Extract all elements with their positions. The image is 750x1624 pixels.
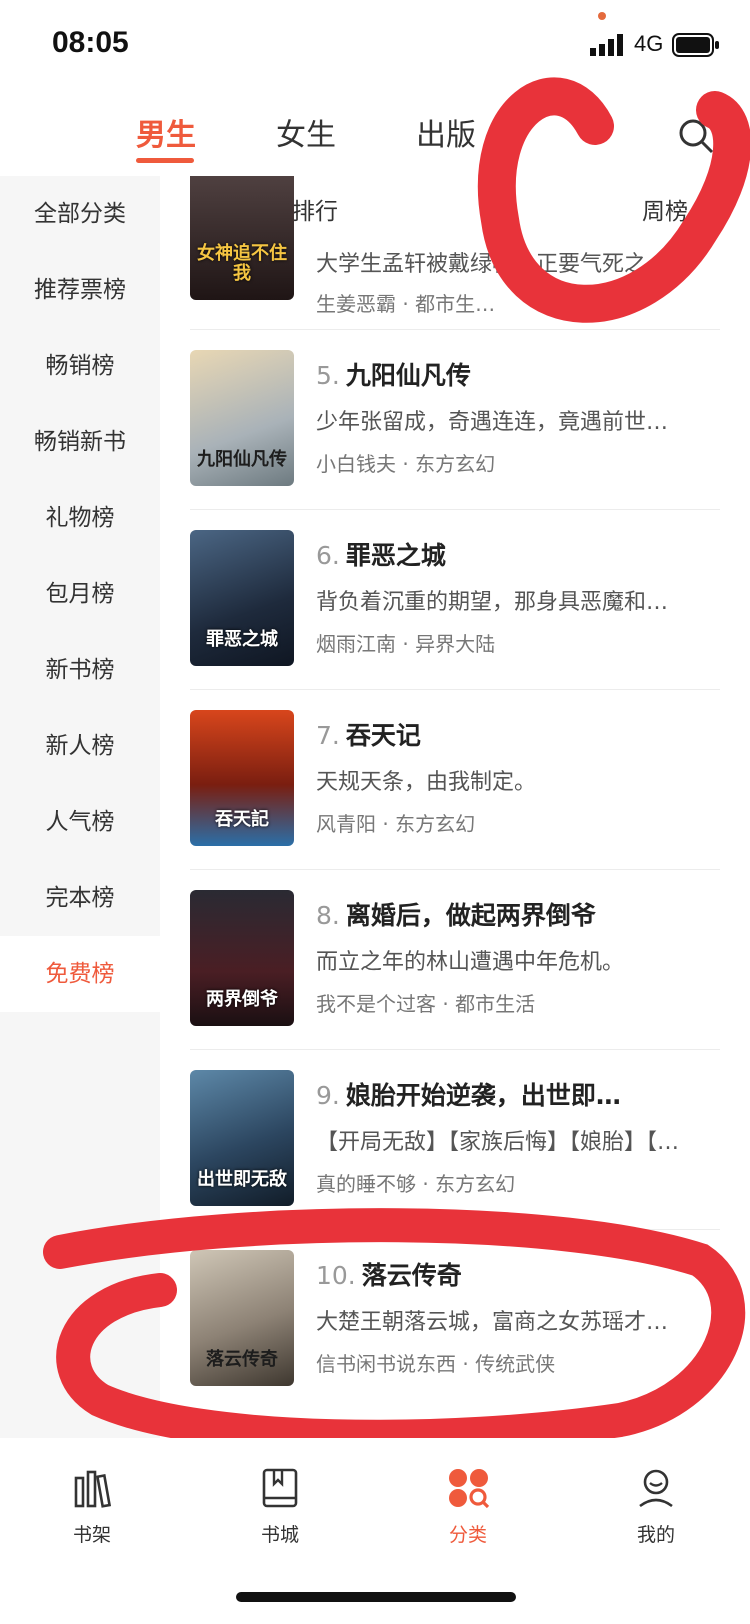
book-item[interactable]: 出世即无敌 9. 娘胎开始逆袭，出世即… 【开局无敌】【家族后悔】【娘胎】【师… … — [190, 1050, 720, 1230]
sidebar-item-recommend[interactable]: 推荐票榜 — [0, 252, 160, 328]
book-description: 大楚王朝落云城，富商之女苏瑶才… — [316, 1310, 669, 1335]
sidebar-item-new-book[interactable]: 新书榜 — [0, 632, 160, 708]
book-description: 而立之年的林山遭遇中年危机。 — [316, 950, 625, 975]
sidebar-item-completed[interactable]: 完本榜 — [0, 860, 160, 936]
book-item[interactable]: 九阳仙凡传 5. 九阳仙凡传 少年张留成，奇遇连连，竟遇前世… 小白钱夫 · 东方… — [190, 330, 720, 510]
book-icon — [262, 1468, 298, 1508]
status-time: 08:05 — [52, 26, 129, 59]
book-author: 真的睡不够 — [316, 1172, 416, 1196]
battery-icon — [672, 33, 719, 57]
sidebar-item-monthly[interactable]: 包月榜 — [0, 556, 160, 632]
sidebar: 全部分类 推荐票榜 畅销榜 畅销新书 礼物榜 包月榜 新书榜 新人榜 人气榜 完… — [0, 176, 160, 1438]
book-genre: 东方玄幻 — [415, 452, 496, 476]
book-author: 小白钱夫 — [316, 452, 396, 476]
sidebar-item-all[interactable]: 全部分类 — [0, 176, 160, 252]
profile-icon — [639, 1469, 673, 1508]
book-meta: 真的睡不够 · 东方玄幻 — [316, 1172, 516, 1196]
book-item[interactable]: 落云传奇 10. 落云传奇 大楚王朝落云城，富商之女苏瑶才… 信书闲书说东西 · … — [190, 1230, 720, 1410]
nav-category[interactable]: 分类 — [418, 1466, 518, 1547]
book-cover: 落云传奇 — [190, 1250, 294, 1386]
tab-publish[interactable]: 出版 — [416, 110, 476, 154]
category-icon — [449, 1469, 490, 1509]
book-item[interactable]: 罪恶之城 6. 罪恶之城 背负着沉重的期望，那身具恶魔和… 烟雨江南 · 异界大陆 — [190, 510, 720, 690]
book-cover: 罪恶之城 — [190, 530, 294, 666]
book-description: 天规天条，由我制定。 — [316, 770, 537, 795]
book-author: 信书闲书说东西 — [316, 1352, 456, 1376]
book-meta: 小白钱夫 · 东方玄幻 — [316, 452, 496, 476]
top-tabs: 男生 女生 出版 — [0, 100, 750, 176]
book-title: 9. 娘胎开始逆袭，出世即… — [316, 1081, 621, 1110]
book-cover: 女神追不住我 — [190, 176, 294, 300]
book-description: 【开局无敌】【家族后悔】【娘胎】【师… — [316, 1130, 696, 1155]
network-type: 4G — [634, 31, 664, 56]
book-author: 我不是个过客 — [316, 992, 436, 1016]
sidebar-item-gift[interactable]: 礼物榜 — [0, 480, 160, 556]
book-item[interactable]: 吞天記 7. 吞天记 天规天条，由我制定。 风青阳 · 东方玄幻 — [190, 690, 720, 870]
book-description: 背负着沉重的期望，那身具恶魔和… — [316, 590, 669, 615]
book-meta: 我不是个过客 · 都市生活 — [316, 992, 536, 1016]
book-author: 风青阳 — [316, 812, 376, 836]
book-title: 10. 落云传奇 — [316, 1261, 462, 1290]
book-description: 少年张留成，奇遇连连，竟遇前世… — [316, 410, 669, 435]
book-cover: 吞天記 — [190, 710, 294, 846]
book-meta: 风青阳 · 东方玄幻 — [316, 812, 476, 836]
nav-bookstore[interactable]: 书城 — [230, 1466, 330, 1547]
tab-female[interactable]: 女生 — [276, 110, 336, 154]
book-genre: 都市生… — [415, 292, 496, 316]
book-genre: 异界大陆 — [415, 632, 496, 656]
book-title: 6. 罪恶之城 — [316, 541, 446, 570]
book-author: 烟雨江南 — [316, 632, 396, 656]
book-genre: 东方玄幻 — [395, 812, 476, 836]
book-title: 7. 吞天记 — [316, 721, 421, 750]
nav-profile[interactable]: 我的 — [606, 1466, 706, 1547]
tab-underline — [136, 158, 194, 163]
sidebar-item-popular[interactable]: 人气榜 — [0, 784, 160, 860]
book-cover: 两界倒爷 — [190, 890, 294, 1026]
book-genre: 传统武侠 — [475, 1352, 556, 1376]
book-cover: 九阳仙凡传 — [190, 350, 294, 486]
sidebar-item-bestseller[interactable]: 畅销榜 — [0, 328, 160, 404]
recording-dot — [598, 12, 606, 20]
book-genre: 东方玄幻 — [435, 1172, 516, 1196]
book-meta: 生姜恶霸 · 都市生… — [316, 292, 496, 316]
book-title: 5. 九阳仙凡传 — [316, 361, 471, 390]
status-bar: 08:05 4G — [0, 0, 750, 92]
tab-male[interactable]: 男生 — [136, 110, 196, 154]
signal-icon — [590, 34, 623, 56]
nav-bookshelf[interactable]: 书架 — [42, 1466, 142, 1547]
bookshelf-icon — [74, 1470, 112, 1508]
book-item[interactable]: 女神追不住我 大学生孟轩被戴绿帽，正要气死之… 生姜恶霸 · 都市生… — [190, 176, 720, 330]
book-genre: 都市生活 — [455, 992, 536, 1016]
book-description: 大学生孟轩被戴绿帽，正要气死之… — [316, 252, 669, 277]
book-author: 生姜恶霸 — [316, 292, 396, 316]
search-icon[interactable] — [676, 116, 716, 156]
sidebar-item-new-author[interactable]: 新人榜 — [0, 708, 160, 784]
book-title: 8. 离婚后，做起两界倒爷 — [316, 901, 596, 930]
book-meta: 烟雨江南 · 异界大陆 — [316, 632, 496, 656]
book-item[interactable]: 两界倒爷 8. 离婚后，做起两界倒爷 而立之年的林山遭遇中年危机。 我不是个过客 … — [190, 870, 720, 1050]
sidebar-item-new-bestseller[interactable]: 畅销新书 — [0, 404, 160, 480]
home-indicator — [236, 1592, 516, 1602]
book-cover: 出世即无敌 — [190, 1070, 294, 1206]
ranking-panel: 免费作品排行 周榜 女神追不住我 大学生孟轩被戴绿帽，正要气死之… 生姜恶霸 ·… — [160, 176, 750, 1438]
book-meta: 信书闲书说东西 · 传统武侠 — [316, 1352, 556, 1376]
sidebar-item-free[interactable]: 免费榜 — [0, 936, 160, 1012]
